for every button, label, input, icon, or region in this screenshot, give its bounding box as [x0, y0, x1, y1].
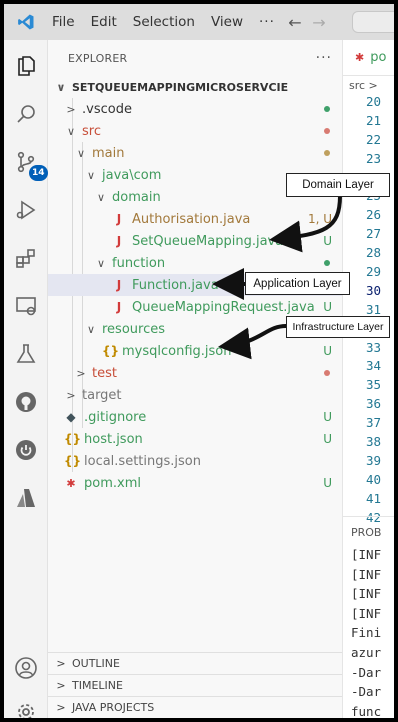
- domain-layer-arrow: [269, 195, 342, 253]
- application-layer-callout: Application Layer: [245, 272, 350, 295]
- vscode-window: File Edit Selection View ··· ← → 14 EXPL…: [4, 4, 394, 718]
- domain-layer-callout: Domain Layer: [286, 173, 390, 197]
- annotation-arrows: [212, 195, 342, 360]
- infrastructure-layer-callout: Infrastructure Layer: [286, 316, 390, 338]
- infrastructure-layer-arrow: [218, 324, 287, 360]
